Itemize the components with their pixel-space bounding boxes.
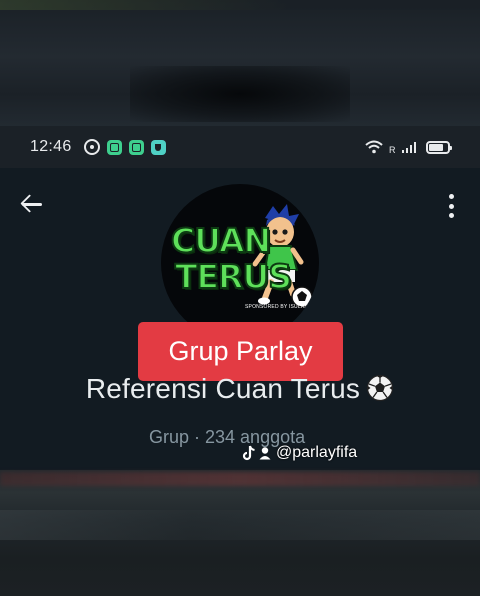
group-name-text: Referensi Cuan Terus	[85, 373, 361, 404]
logo-text-cuan: CUAN	[170, 221, 272, 260]
screenshot-frame: 12:46 R CUAN TERUS SPONSORED BY ISULAH G…	[0, 0, 480, 596]
signal-icon	[401, 141, 416, 153]
sponsored-text: SPONSORED BY ISULAH	[245, 304, 309, 310]
group-name[interactable]: Referensi Cuan Terus	[0, 373, 480, 405]
whatsapp-icon	[83, 139, 100, 155]
tiktok-handle: @parlayfifa	[276, 444, 358, 461]
shield-icon	[150, 139, 166, 155]
battery-level	[429, 143, 444, 151]
group-avatar[interactable]: CUAN TERUS SPONSORED BY ISULAH	[161, 184, 319, 342]
tiktok-watermark: @parlayfifa	[242, 444, 357, 462]
user-icon	[259, 447, 271, 460]
app-icon	[128, 139, 144, 155]
blurred-background-top	[0, 0, 480, 126]
status-indicators: R	[365, 140, 452, 155]
status-bar: 12:46 R	[0, 126, 480, 168]
status-time: 12:46	[30, 138, 72, 155]
group-info-panel: CUAN TERUS SPONSORED BY ISULAH Grup Parl…	[0, 168, 480, 470]
logo-text-terus: TERUS	[174, 257, 293, 296]
network-label: R	[389, 144, 396, 155]
blurred-background-bottom	[0, 470, 480, 596]
arrow-left-icon[interactable]	[18, 190, 46, 218]
more-vert-icon[interactable]	[446, 194, 456, 218]
app-icon	[106, 139, 122, 155]
wifi-icon	[365, 140, 383, 154]
tiktok-icon	[242, 445, 255, 461]
soccer-ball-icon	[367, 374, 394, 402]
battery-icon	[426, 140, 452, 154]
